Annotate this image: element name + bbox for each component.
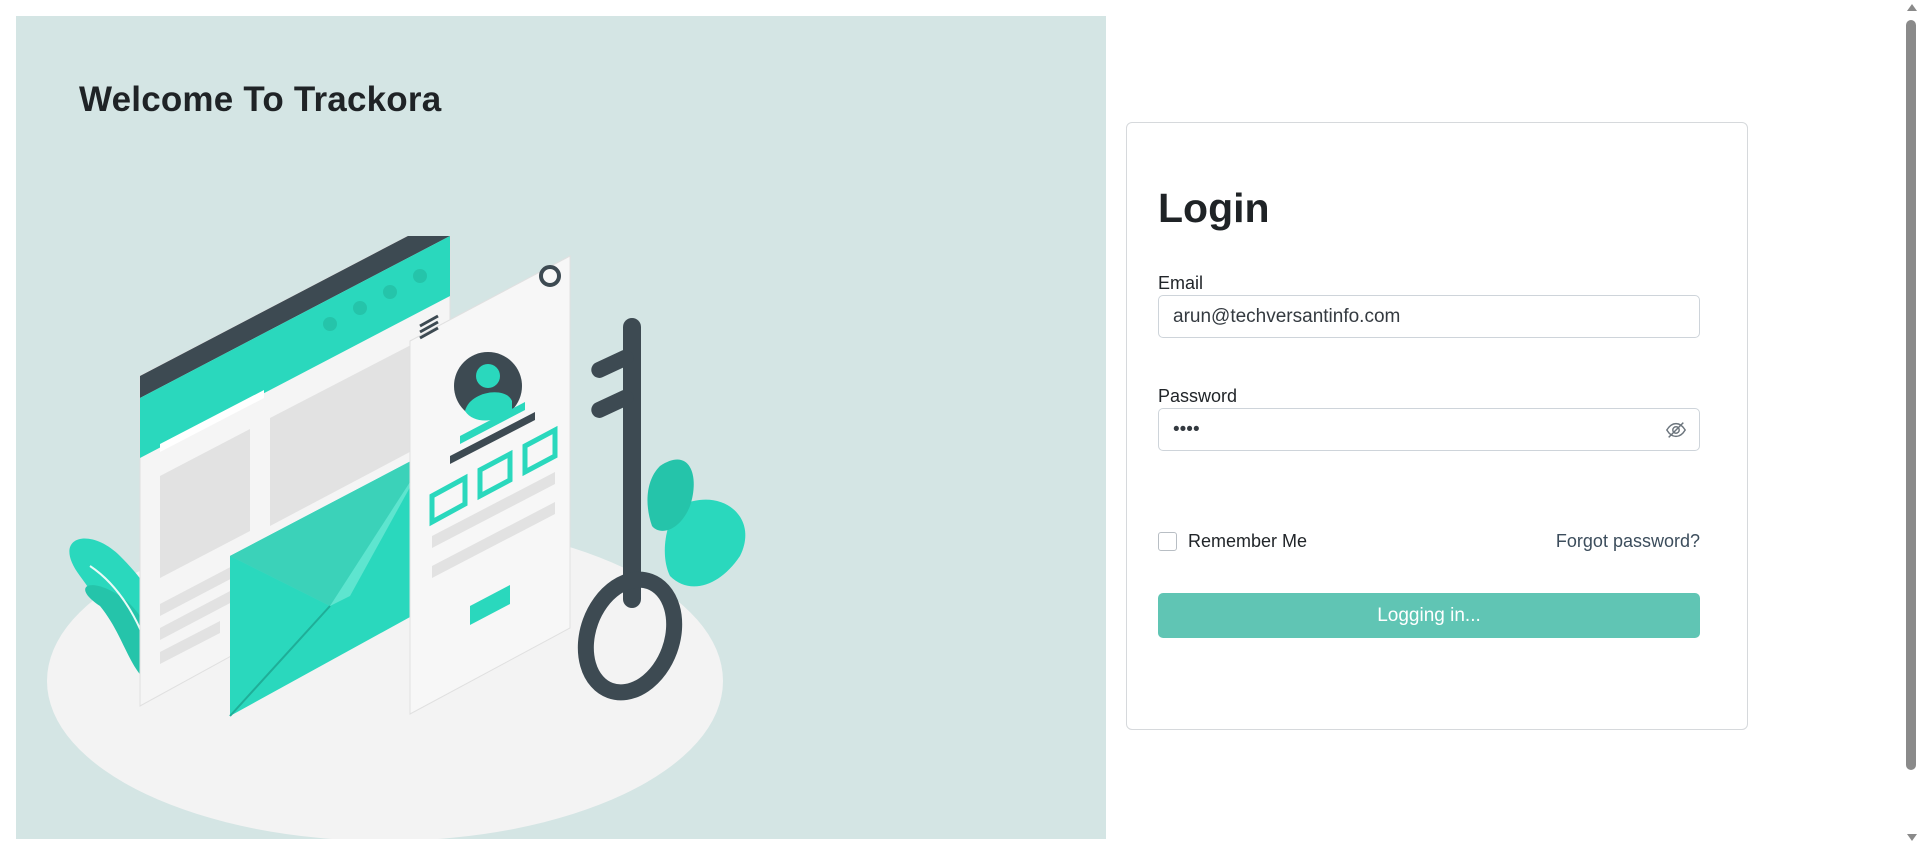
- login-title: Login: [1158, 185, 1270, 231]
- remember-checkbox[interactable]: [1158, 532, 1177, 551]
- scroll-thumb[interactable]: [1906, 20, 1916, 770]
- login-card: Login Email Password Remember Me Forgot …: [1126, 122, 1748, 730]
- login-button[interactable]: Logging in...: [1158, 593, 1700, 638]
- password-field-box: [1158, 408, 1700, 451]
- eye-slash-icon[interactable]: [1665, 419, 1687, 441]
- forgot-password-link[interactable]: Forgot password?: [1556, 531, 1700, 552]
- email-field-box: [1158, 295, 1700, 338]
- hero-panel: Welcome To Trackora: [16, 16, 1106, 839]
- email-label: Email: [1158, 273, 1204, 293]
- login-page: Welcome To Trackora Login Email arun@tec…: [0, 0, 1920, 847]
- remember-label[interactable]: Remember Me: [1188, 531, 1307, 552]
- password-field[interactable]: [1159, 409, 1667, 450]
- scrollbar[interactable]: [1903, 0, 1920, 847]
- scroll-down-icon[interactable]: [1907, 834, 1917, 841]
- password-label: Password: [1158, 386, 1238, 406]
- email-field[interactable]: [1159, 296, 1667, 337]
- login-illustration: [47, 236, 746, 839]
- remember-row: Remember Me Forgot password?: [1158, 531, 1700, 555]
- hero-title: Welcome To Trackora: [79, 80, 442, 119]
- scroll-up-icon[interactable]: [1907, 4, 1917, 11]
